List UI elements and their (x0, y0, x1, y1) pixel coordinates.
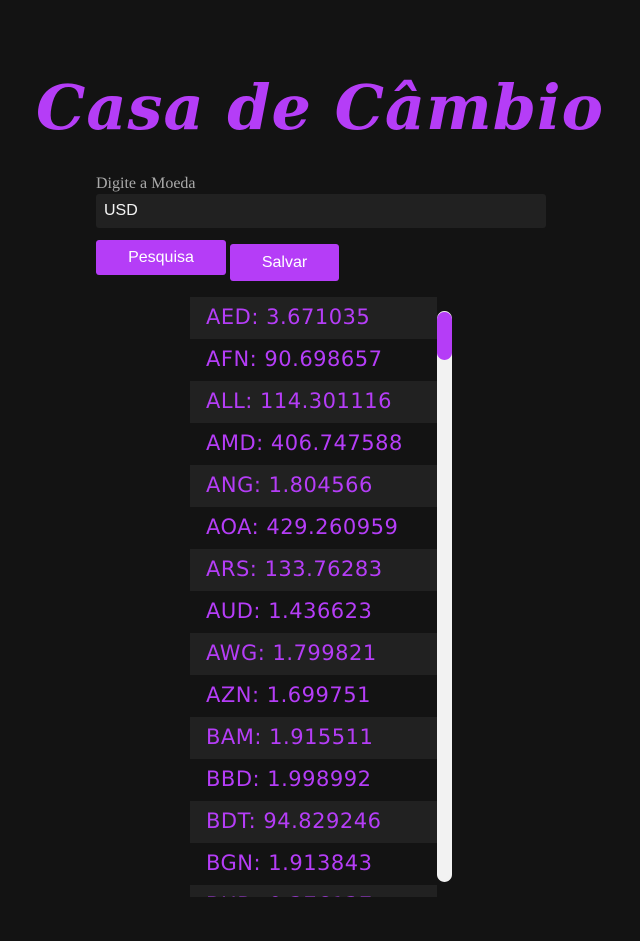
rate-value: 1.804566 (268, 473, 373, 497)
search-button[interactable]: Pesquisa (96, 240, 226, 275)
rate-code: ALL (206, 389, 246, 413)
rate-separator: : (251, 683, 267, 707)
scrollbar-thumb[interactable] (437, 312, 452, 360)
scrollbar-track[interactable] (437, 311, 452, 882)
rate-row: ARS: 133.76283 (190, 549, 437, 591)
rate-separator: : (251, 305, 267, 329)
rate-row: BBD: 1.998992 (190, 759, 437, 801)
rate-row: BGN: 1.913843 (190, 843, 437, 885)
rate-row: BHD: 0.376137 (190, 885, 437, 897)
rate-separator: : (254, 725, 270, 749)
rate-separator: : (253, 851, 269, 875)
rate-separator: : (253, 473, 269, 497)
rate-row: AFN: 90.698657 (190, 339, 437, 381)
rate-value: 90.698657 (264, 347, 383, 371)
rate-value: 1.913843 (268, 851, 373, 875)
rate-row: ANG: 1.804566 (190, 465, 437, 507)
rate-code: BGN (206, 851, 254, 875)
rate-separator: : (249, 347, 265, 371)
rate-code: AZN (206, 683, 252, 707)
rate-value: 429.260959 (266, 515, 399, 539)
rate-value: 114.301116 (260, 389, 392, 413)
currency-label: Digite a Moeda (96, 175, 196, 192)
rate-value: 406.747588 (270, 431, 403, 455)
rate-row: AOA: 429.260959 (190, 507, 437, 549)
rate-row: AZN: 1.699751 (190, 675, 437, 717)
rate-code: BBD (206, 767, 253, 791)
rate-code: AED (206, 305, 252, 329)
rate-code: AOA (206, 515, 252, 539)
rate-code: AFN (206, 347, 250, 371)
rate-code: ARS (206, 557, 250, 581)
rate-row: BAM: 1.915511 (190, 717, 437, 759)
rate-value: 1.915511 (269, 725, 374, 749)
currency-input[interactable] (96, 194, 546, 228)
rate-separator: : (252, 767, 268, 791)
rate-row: ALL: 114.301116 (190, 381, 437, 423)
rate-value: 0.376137 (269, 893, 373, 897)
rate-separator: : (248, 809, 264, 833)
rate-value: 94.829246 (263, 809, 382, 833)
rate-row: AWG: 1.799821 (190, 633, 437, 675)
rate-separator: : (256, 431, 271, 455)
rate-separator: : (253, 599, 269, 623)
rate-code: AMD (206, 431, 257, 455)
rate-code: BAM (206, 725, 255, 749)
rate-value: 1.799821 (272, 641, 377, 665)
page-title: Casa de Câmbio (36, 70, 604, 144)
rate-row: AUD: 1.436623 (190, 591, 437, 633)
rate-value: 3.671035 (266, 305, 371, 329)
rate-row: AED: 3.671035 (190, 297, 437, 339)
rates-list-container[interactable]: AED: 3.671035 AFN: 90.698657 ALL: 114.3011… (190, 297, 453, 897)
rate-value: 1.699751 (266, 683, 371, 707)
rate-separator: : (257, 641, 273, 665)
rate-value: 1.436623 (268, 599, 373, 623)
rate-separator: : (254, 893, 269, 897)
rate-row: AMD: 406.747588 (190, 423, 437, 465)
save-button[interactable]: Salvar (230, 244, 339, 281)
rate-code: ANG (206, 473, 254, 497)
rate-code: BHD (206, 893, 254, 897)
rate-code: BDT (206, 809, 249, 833)
rate-separator: : (251, 515, 267, 539)
rate-code: AUD (206, 599, 254, 623)
rates-list: AED: 3.671035 AFN: 90.698657 ALL: 114.3011… (190, 297, 437, 897)
rate-value: 133.76283 (264, 557, 383, 581)
rate-value: 1.998992 (267, 767, 372, 791)
rate-separator: : (245, 389, 261, 413)
rate-separator: : (249, 557, 265, 581)
rate-code: AWG (206, 641, 258, 665)
rate-row: BDT: 94.829246 (190, 801, 437, 843)
